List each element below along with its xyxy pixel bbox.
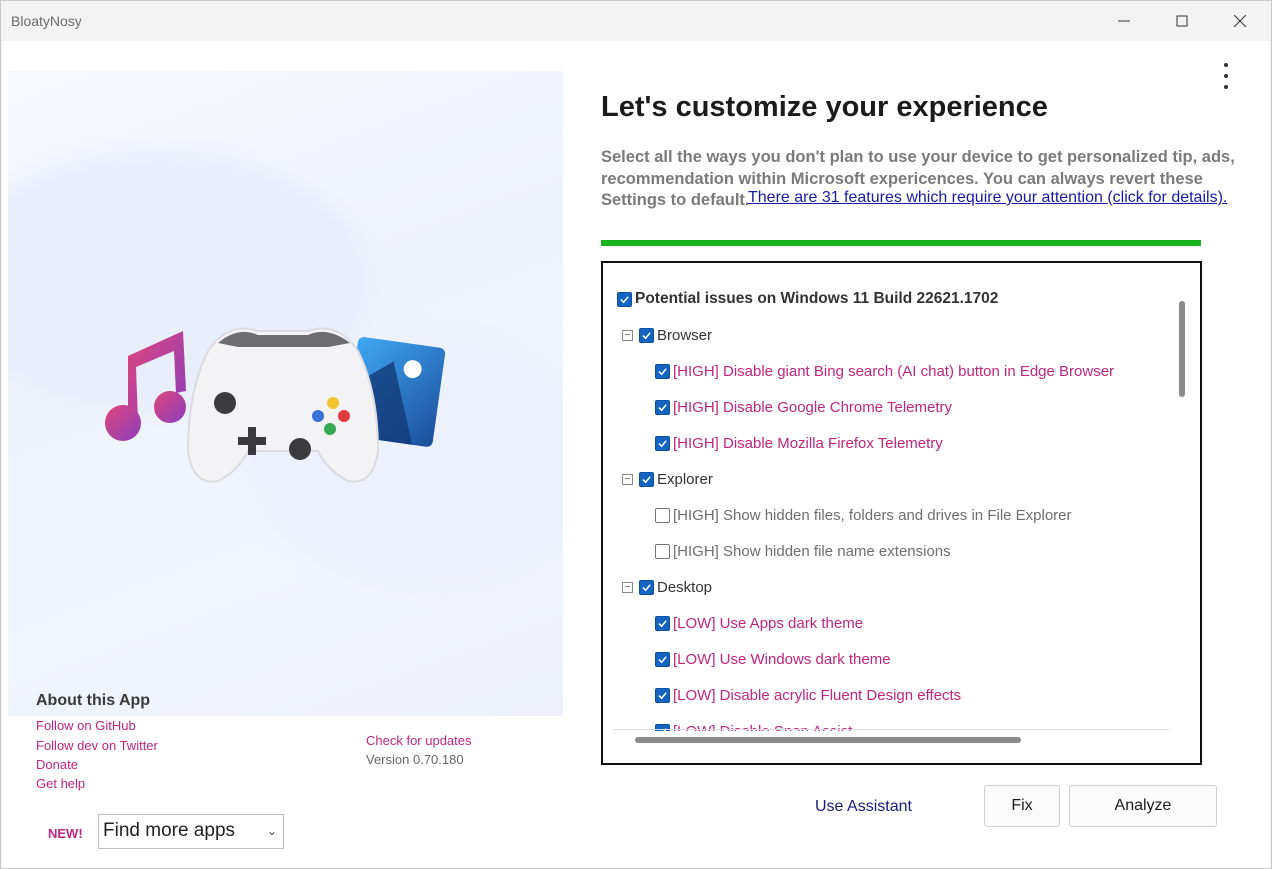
check-icon [642, 583, 651, 591]
tree-item[interactable]: [HIGH] Disable Mozilla Firefox Telemetry [655, 433, 943, 453]
check-icon [658, 691, 667, 699]
tree-item-label: [HIGH] Disable Mozilla Firefox Telemetry [673, 434, 943, 452]
tree-item[interactable]: [HIGH] Disable Google Chrome Telemetry [655, 397, 952, 417]
tree-content: Potential issues on Windows 11 Build 226… [611, 271, 1171, 731]
attention-details-link[interactable]: There are 31 features which require your… [748, 189, 1227, 207]
check-icon [620, 295, 629, 303]
analyze-button[interactable]: Analyze [1069, 785, 1217, 827]
check-icon [642, 331, 651, 339]
check-updates-link[interactable]: Check for updates [366, 733, 472, 748]
checkbox-explorer[interactable] [639, 471, 654, 487]
minimize-button[interactable] [1095, 1, 1153, 41]
maximize-button[interactable] [1153, 1, 1211, 41]
illustration-panel [8, 71, 563, 716]
close-button[interactable] [1211, 1, 1269, 41]
fix-button[interactable]: Fix [984, 785, 1060, 827]
checkbox-root[interactable] [617, 291, 632, 307]
tree-root-label: Potential issues on Windows 11 Build 226… [635, 290, 999, 307]
collapse-icon[interactable]: − [622, 473, 633, 485]
chevron-down-icon: ⌄ [266, 824, 277, 838]
tree-category-explorer[interactable]: − Explorer [622, 469, 713, 489]
tree-item-label: [LOW] Use Apps dark theme [673, 614, 864, 632]
tree-category-desktop[interactable]: − Desktop [622, 577, 712, 597]
check-icon [658, 367, 667, 375]
tree-item[interactable]: [LOW] Use Apps dark theme [655, 613, 863, 633]
check-icon [642, 475, 651, 483]
more-dots-icon [1224, 63, 1228, 67]
tree-item[interactable]: [LOW] Use Windows dark theme [655, 649, 891, 669]
tree-root[interactable]: Potential issues on Windows 11 Build 226… [617, 289, 998, 309]
about-title: About this App [36, 692, 151, 709]
checkbox-item[interactable] [655, 543, 670, 559]
tree-item-label: [HIGH] Show hidden files, folders and dr… [673, 506, 1072, 524]
new-badge: NEW! [48, 826, 83, 841]
progress-bar [601, 240, 1201, 246]
checkbox-item[interactable] [655, 399, 670, 415]
maximize-icon [1176, 15, 1188, 27]
tree-item-label: [LOW] Use Windows dark theme [673, 650, 891, 668]
checkbox-desktop[interactable] [639, 579, 654, 595]
donate-link[interactable]: Donate [36, 757, 78, 772]
check-icon [658, 619, 667, 627]
twitter-link[interactable]: Follow dev on Twitter [36, 738, 158, 753]
tree-item-label: [HIGH] Show hidden file name extensions [673, 542, 951, 560]
feature-tree[interactable]: Potential issues on Windows 11 Build 226… [601, 261, 1202, 765]
collapse-icon[interactable]: − [622, 329, 633, 341]
tree-item[interactable]: [LOW] Disable acrylic Fluent Design effe… [655, 685, 961, 705]
get-help-link[interactable]: Get help [36, 776, 85, 791]
checkbox-item[interactable] [655, 687, 670, 703]
music-note-icon [105, 331, 186, 441]
checkbox-item[interactable] [655, 615, 670, 631]
tree-item[interactable]: [HIGH] Disable giant Bing search (AI cha… [655, 361, 1114, 381]
client-area: About this App Follow on GitHub Follow d… [2, 41, 1270, 868]
select-value: Find more apps [103, 820, 236, 841]
close-icon [1234, 15, 1246, 27]
gamepad-icon [186, 327, 380, 483]
checkbox-item[interactable] [655, 651, 670, 667]
horizontal-scrollbar[interactable] [635, 737, 1021, 743]
minimize-icon [1118, 20, 1130, 22]
title-bar: BloatyNosy [1, 1, 1271, 41]
horizontal-scroll-track [613, 729, 1169, 730]
check-icon [658, 655, 667, 663]
media-illustration [105, 327, 446, 483]
vertical-scrollbar[interactable] [1179, 301, 1185, 397]
github-link[interactable]: Follow on GitHub [36, 718, 136, 733]
page-title: Let's customize your experience [601, 91, 1048, 123]
progress-fill [601, 240, 1201, 246]
use-assistant-link[interactable]: Use Assistant [815, 798, 912, 816]
check-icon [658, 439, 667, 447]
check-icon [658, 403, 667, 411]
checkbox-item[interactable] [655, 507, 670, 523]
more-options-button[interactable] [1216, 63, 1236, 89]
tree-category-label: Explorer [657, 470, 713, 488]
tree-item-label: [HIGH] Disable giant Bing search (AI cha… [673, 362, 1115, 380]
tree-category-label: Browser [657, 326, 713, 344]
tree-item[interactable]: [HIGH] Show hidden files, folders and dr… [655, 505, 1072, 525]
find-more-apps-select[interactable]: Find more apps ⌄ [98, 814, 284, 849]
version-label: Version 0.70.180 [366, 752, 464, 767]
checkbox-item[interactable] [655, 363, 670, 379]
tree-category-label: Desktop [657, 578, 713, 596]
checkbox-browser[interactable] [639, 327, 654, 343]
tree-category-browser[interactable]: − Browser [622, 325, 712, 345]
window-title: BloatyNosy [11, 13, 82, 29]
app-window: BloatyNosy About this App Follow on GitH… [0, 0, 1272, 869]
collapse-icon[interactable]: − [622, 581, 633, 593]
tree-item-label: [HIGH] Disable Google Chrome Telemetry [673, 398, 952, 416]
checkbox-item[interactable] [655, 435, 670, 451]
tree-item-label: [LOW] Disable acrylic Fluent Design effe… [673, 686, 962, 704]
tree-item[interactable]: [HIGH] Show hidden file name extensions [655, 541, 951, 561]
